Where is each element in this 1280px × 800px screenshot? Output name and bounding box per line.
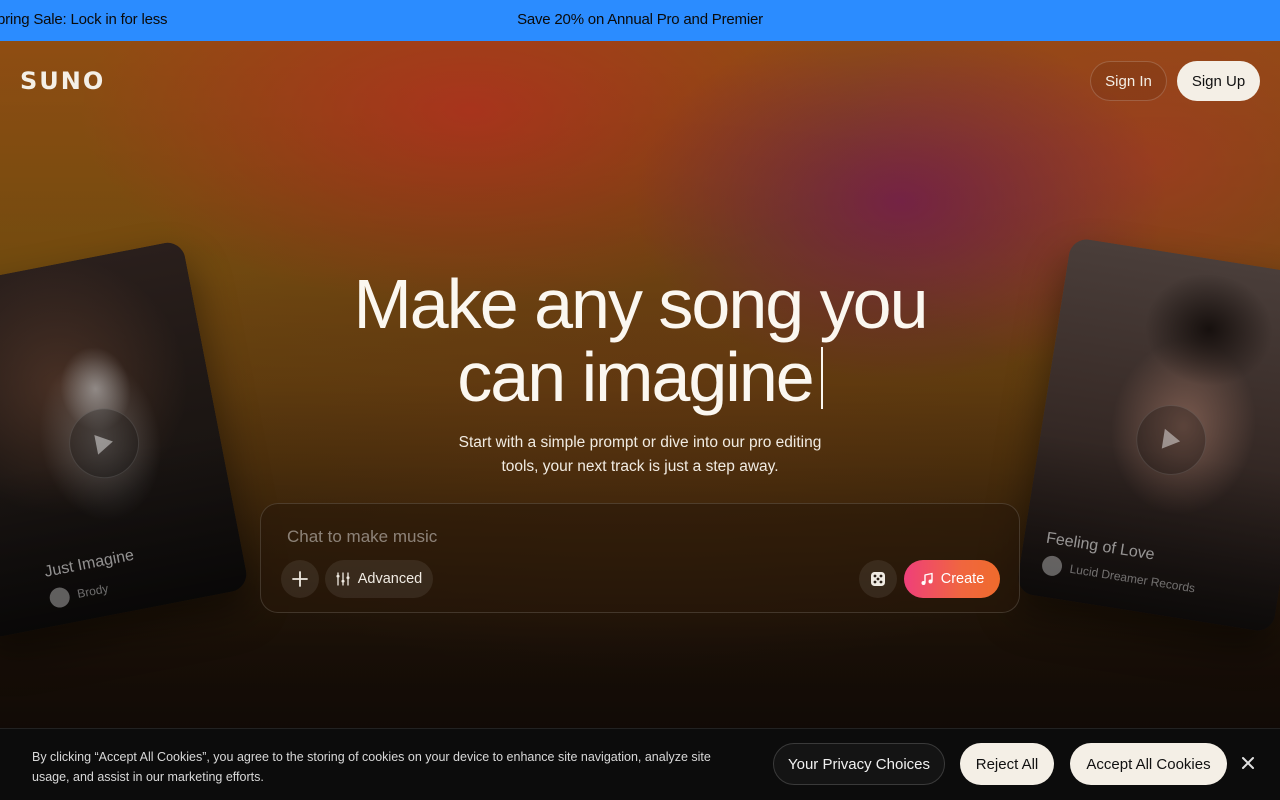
card-artist-name: Brody — [76, 581, 110, 601]
prompt-input[interactable] — [285, 524, 885, 550]
artist-avatar — [1040, 554, 1064, 578]
prompt-box: Advanced Create — [260, 503, 1020, 613]
accept-all-cookies-button[interactable]: Accept All Cookies — [1070, 743, 1227, 785]
cookie-text: By clicking “Accept All Cookies”, you ag… — [32, 750, 711, 784]
advanced-button[interactable]: Advanced — [325, 560, 433, 598]
hero-subtitle: Start with a simple prompt or dive into … — [458, 434, 822, 475]
create-label: Create — [940, 571, 985, 587]
add-button[interactable] — [281, 560, 319, 598]
close-icon — [1242, 757, 1254, 769]
advanced-label: Advanced — [357, 571, 423, 587]
plus-icon — [292, 571, 308, 587]
promo-offer-text: Save 20% on Annual Pro and Premier — [517, 11, 763, 28]
random-prompt-button[interactable] — [859, 560, 897, 598]
close-cookie-button[interactable] — [1236, 751, 1260, 775]
create-button[interactable]: Create — [904, 560, 1000, 598]
headline-line-2-text: can imagine — [457, 338, 814, 416]
promo-banner[interactable]: pring Sale: Lock in for less Save 20% on… — [0, 0, 1280, 41]
sign-in-button[interactable]: Sign In — [1090, 61, 1167, 101]
dice-icon — [871, 572, 885, 586]
reject-all-button[interactable]: Reject All — [960, 743, 1054, 785]
suno-logo[interactable]: SUNO — [20, 67, 105, 95]
artist-avatar — [47, 585, 72, 610]
music-note-icon — [921, 572, 933, 585]
sliders-icon — [336, 572, 350, 586]
headline-line-1: Make any song you — [353, 265, 928, 343]
play-icon — [94, 434, 113, 455]
sign-up-button[interactable]: Sign Up — [1177, 61, 1260, 101]
cookie-banner: By clicking “Accept All Cookies”, you ag… — [0, 728, 1280, 800]
privacy-choices-button[interactable]: Your Privacy Choices — [773, 743, 945, 785]
headline-line-2: can imagine — [290, 341, 990, 414]
play-icon — [1161, 428, 1181, 449]
text-caret — [820, 347, 823, 409]
hero-headline: Make any song you can imagine — [290, 268, 990, 414]
